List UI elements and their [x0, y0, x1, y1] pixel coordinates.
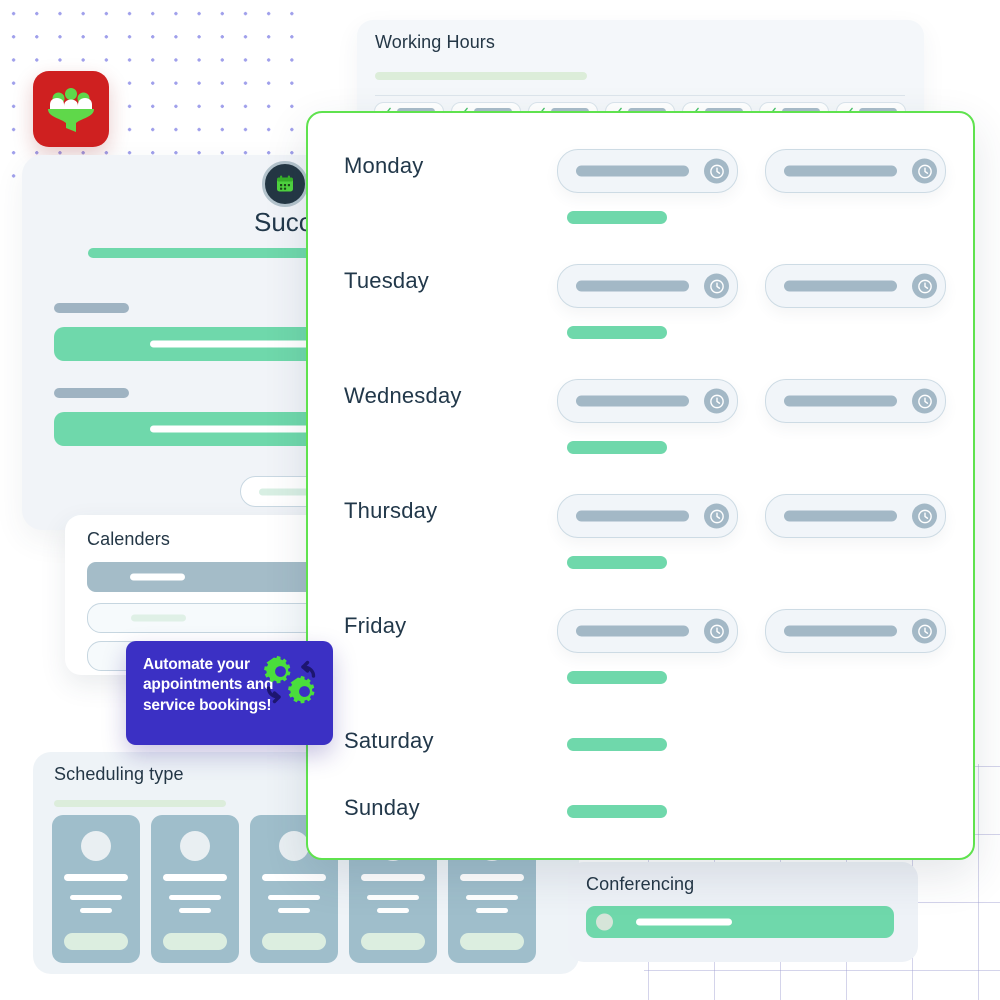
scheduling-option-button[interactable]	[361, 933, 425, 950]
day-label: Saturday	[344, 728, 434, 753]
promo-badge: Automate your appointments and service b…	[126, 641, 333, 745]
day-label: Tuesday	[344, 268, 429, 293]
day-status-bar	[567, 671, 667, 684]
calenders-title: Calenders	[87, 529, 170, 549]
day-status-bar	[567, 211, 667, 224]
scheduling-type-underline	[54, 800, 226, 807]
day-row: Wednesday	[308, 343, 973, 458]
scheduling-option-button[interactable]	[262, 933, 326, 950]
scheduling-option-button[interactable]	[460, 933, 524, 950]
people-funnel-icon	[48, 88, 94, 132]
avatar	[180, 831, 210, 861]
schedule-panel: Monday Tuesday Wednesday Thursday Friday…	[306, 111, 975, 860]
start-time-field[interactable]	[557, 149, 738, 193]
clock-icon	[912, 158, 937, 184]
end-time-field[interactable]	[765, 379, 946, 423]
day-label: Wednesday	[344, 383, 462, 408]
end-time-field[interactable]	[765, 149, 946, 193]
gears-refresh-icon	[260, 653, 322, 713]
clock-icon	[704, 388, 729, 414]
day-row: Tuesday	[308, 228, 973, 343]
success-field-label-1	[54, 303, 129, 313]
toggle-dot-icon	[596, 913, 613, 931]
scheduling-option-card[interactable]	[52, 815, 140, 963]
day-status-bar	[567, 738, 667, 751]
clock-icon	[912, 273, 937, 299]
day-row: Sunday	[308, 755, 973, 858]
success-field-label-2	[54, 388, 129, 398]
clock-icon	[912, 503, 937, 529]
end-time-field[interactable]	[765, 494, 946, 538]
conferencing-toggle[interactable]	[586, 906, 894, 938]
day-status-bar	[567, 441, 667, 454]
clock-icon	[704, 618, 729, 644]
clock-icon	[912, 618, 937, 644]
day-label: Thursday	[344, 498, 438, 523]
end-time-field[interactable]	[765, 264, 946, 308]
day-status-bar	[567, 805, 667, 818]
day-label: Monday	[344, 153, 424, 178]
screenshot-root: Success Working Hours Calenders Scheduli…	[0, 0, 1000, 1000]
conferencing-title: Conferencing	[586, 874, 695, 894]
app-logo-tile	[33, 71, 109, 147]
scheduling-option-card[interactable]	[151, 815, 239, 963]
day-status-bar	[567, 326, 667, 339]
end-time-field[interactable]	[765, 609, 946, 653]
day-row: Thursday	[308, 458, 973, 573]
avatar	[279, 831, 309, 861]
avatar	[81, 831, 111, 861]
day-label: Sunday	[344, 795, 420, 820]
working-hours-title: Working Hours	[375, 32, 496, 52]
start-time-field[interactable]	[557, 494, 738, 538]
scheduling-type-title: Scheduling type	[54, 764, 184, 784]
working-hours-divider	[375, 95, 905, 97]
clock-icon	[704, 158, 729, 184]
clock-icon	[704, 273, 729, 299]
start-time-field[interactable]	[557, 379, 738, 423]
clock-icon	[912, 388, 937, 414]
day-status-bar	[567, 556, 667, 569]
calendar-badge	[262, 161, 308, 207]
scheduling-option-button[interactable]	[64, 933, 128, 950]
day-row: Monday	[308, 113, 973, 228]
calendar-icon	[277, 175, 293, 192]
working-hours-underline	[375, 72, 587, 80]
promo-text: Automate your appointments and service b…	[143, 656, 274, 714]
start-time-field[interactable]	[557, 264, 738, 308]
day-label: Friday	[344, 613, 407, 638]
conferencing-card: Conferencing	[568, 862, 918, 962]
start-time-field[interactable]	[557, 609, 738, 653]
scheduling-option-button[interactable]	[163, 933, 227, 950]
day-row: Friday	[308, 573, 973, 688]
working-hours-card: Working Hours	[357, 20, 924, 125]
clock-icon	[704, 503, 729, 529]
